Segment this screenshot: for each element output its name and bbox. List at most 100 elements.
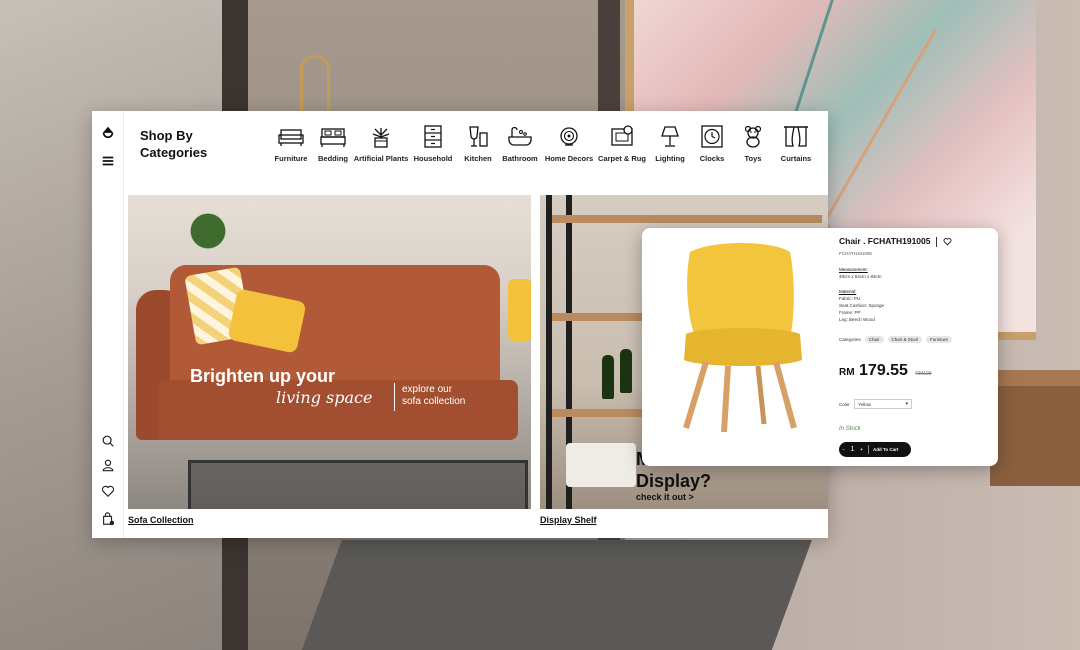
category-tag[interactable]: Chair & Stool — [887, 336, 923, 343]
quantity-add-to-cart: − 1 + Add To Cart — [839, 442, 911, 457]
category-label: Clocks — [699, 154, 725, 163]
background-rug — [298, 540, 812, 650]
rug-icon — [611, 125, 633, 146]
product-price: RM 179.55 RM199 — [839, 362, 932, 380]
category-label: Kitchen — [464, 154, 492, 163]
material-label: Material: — [839, 289, 857, 294]
old-price: RM199 — [915, 371, 932, 377]
bed-icon — [320, 128, 346, 147]
category-tag[interactable]: Furniture — [926, 336, 953, 343]
category-label: Bathroom — [502, 154, 538, 163]
category-label: Household — [413, 154, 453, 163]
category-household[interactable]: Household — [408, 125, 458, 163]
material-line: Fabric: PU — [839, 296, 861, 301]
product-title-text: Chair . FCHATH191005 — [839, 236, 931, 246]
category-bedding[interactable]: Bedding — [312, 125, 354, 163]
categories-title-line2: Categories — [140, 145, 208, 160]
category-bathroom[interactable]: Bathroom — [498, 125, 542, 163]
category-home-decors[interactable]: Home Decors — [542, 125, 596, 163]
shelf-headline-2: Display? — [636, 471, 712, 491]
category-label: Toys — [744, 154, 762, 163]
bathtub-icon — [508, 126, 532, 146]
sofa-headline: Brighten up your — [190, 366, 335, 386]
heart-icon[interactable] — [100, 483, 116, 499]
category-clocks[interactable]: Clocks — [692, 125, 732, 163]
categories-title-line1: Shop By — [140, 128, 193, 143]
title-separator — [936, 236, 938, 247]
plant-icon — [372, 128, 390, 148]
plant-decoration — [178, 201, 238, 261]
quantity-separator — [868, 445, 869, 454]
chair-image — [683, 243, 802, 432]
search-icon[interactable] — [100, 433, 116, 449]
product-categories: Categories Chair Chair & Stool Furniture — [839, 336, 953, 343]
wishlist-heart-icon[interactable] — [943, 237, 952, 246]
sofa-icon — [278, 129, 304, 146]
product-sku: FCHATH191005 — [839, 251, 872, 256]
color-select[interactable]: Yellow ▾ — [854, 399, 912, 409]
material-line: Seat Cushion: Sponge — [839, 303, 885, 308]
glass-icon — [469, 126, 488, 147]
category-carpet-rug[interactable]: Carpet & Rug — [596, 125, 648, 163]
clock-icon — [701, 125, 723, 148]
categories-title: Shop By Categories — [140, 127, 220, 161]
category-toys[interactable]: Toys — [732, 125, 774, 163]
coffee-table — [188, 460, 528, 509]
display-shelf-link[interactable]: Display Shelf — [540, 515, 597, 525]
sofa-subtext: explore our sofa collection — [402, 384, 492, 408]
user-icon[interactable] — [100, 457, 116, 473]
category-artificial-plants[interactable]: Artificial Plants — [354, 125, 408, 163]
price-amount: 179.55 — [859, 362, 908, 379]
shelf-board — [552, 215, 822, 223]
category-lighting[interactable]: Lighting — [648, 125, 692, 163]
shelf-cta[interactable]: check it out > — [636, 492, 694, 502]
product-title: Chair . FCHATH191005 — [839, 236, 952, 247]
measurement-value: 48cm x 54cm x 83cm — [839, 274, 882, 279]
curtain-icon — [784, 126, 808, 147]
logo-icon[interactable] — [100, 124, 116, 140]
quantity-value[interactable]: 1 — [848, 446, 857, 453]
category-label: Carpet & Rug — [598, 154, 646, 163]
sofa-banner[interactable]: Brighten up your living space explore ou… — [128, 195, 531, 509]
lamp-icon — [661, 126, 679, 147]
chevron-down-icon: ▾ — [905, 401, 908, 407]
measurement-label: Measurement: — [839, 267, 868, 272]
category-label: Furniture — [274, 154, 308, 163]
add-to-cart-button[interactable]: Add To Cart — [873, 447, 898, 452]
quantity-increase-button[interactable]: + — [857, 447, 866, 453]
stock-status: In Stock — [839, 426, 861, 432]
sofa-collection-link[interactable]: Sofa Collection — [128, 515, 194, 525]
storage-basket — [566, 443, 636, 487]
measurement-block: Measurement: 48cm x 54cm x 83cm — [839, 266, 882, 280]
hamburger-menu-icon[interactable] — [100, 153, 116, 169]
pillow-yellow-right — [508, 279, 531, 341]
category-tag[interactable]: Chair — [864, 336, 884, 343]
color-select-value: Yellow — [858, 402, 871, 407]
category-label: Bedding — [318, 154, 348, 163]
shell-icon — [560, 127, 578, 146]
category-label: Lighting — [655, 154, 685, 163]
material-line: Leg: Beech Wood — [839, 317, 875, 322]
category-kitchen[interactable]: Kitchen — [458, 125, 498, 163]
categories-label: Categories — [839, 337, 861, 342]
category-label: Artificial Plants — [353, 154, 409, 163]
sidebar — [92, 111, 124, 538]
color-label: Color — [839, 402, 850, 407]
material-line: Frame: PP — [839, 310, 861, 315]
wine-bottle — [602, 355, 614, 399]
sofa-subtext-line1: explore our — [402, 384, 453, 395]
sofa-script-text: living space — [276, 388, 373, 407]
material-block: Material: Fabric: PU Seat Cushion: Spong… — [839, 288, 884, 323]
product-card: Chair . FCHATH191005 FCHATH191005 Measur… — [642, 228, 998, 466]
drawer-icon — [424, 125, 442, 148]
category-label: Curtains — [780, 154, 812, 163]
category-label: Home Decors — [544, 154, 594, 163]
quantity-decrease-button[interactable]: − — [839, 447, 848, 453]
category-furniture[interactable]: Furniture — [270, 125, 312, 163]
teddy-bear-icon — [744, 125, 762, 148]
price-currency: RM — [839, 367, 855, 378]
cart-icon[interactable] — [100, 511, 116, 527]
background-lamp — [300, 55, 330, 115]
shelf-post — [546, 195, 552, 509]
category-curtains[interactable]: Curtains — [774, 125, 818, 163]
